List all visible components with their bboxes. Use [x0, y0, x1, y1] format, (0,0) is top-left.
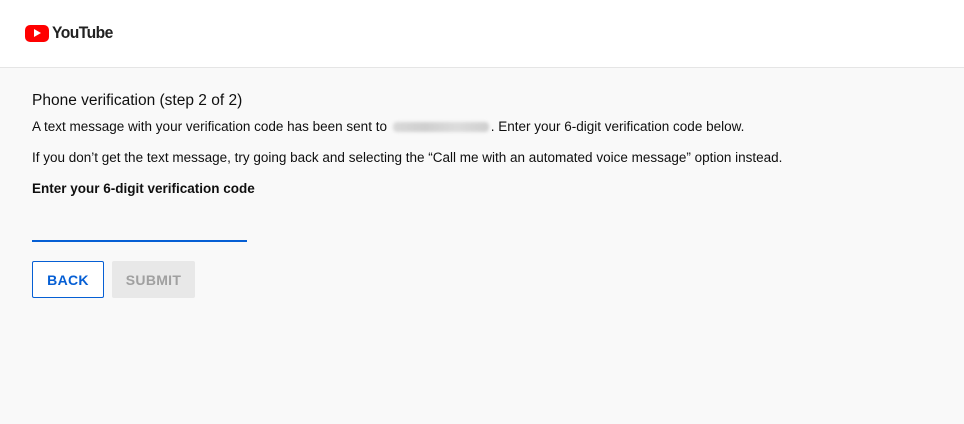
youtube-play-icon — [25, 24, 49, 42]
verification-code-input[interactable] — [32, 212, 247, 242]
action-buttons: BACK SUBMIT — [32, 261, 195, 298]
page-title: Phone verification (step 2 of 2) — [32, 92, 243, 109]
verification-panel: Phone verification (step 2 of 2) A text … — [32, 92, 932, 242]
sent-message-suffix: . Enter your 6-digit verification code b… — [490, 119, 745, 134]
code-field-label: Enter your 6-digit verification code — [32, 181, 255, 196]
back-button[interactable]: BACK — [32, 261, 104, 298]
youtube-logo[interactable]: YouTube — [25, 23, 118, 43]
top-header: YouTube — [0, 0, 964, 68]
sent-message: A text message with your verification co… — [32, 119, 932, 134]
logo-text: YouTube — [52, 23, 113, 42]
submit-button[interactable]: SUBMIT — [112, 261, 195, 298]
help-message: If you don’t get the text message, try g… — [32, 150, 783, 165]
sent-message-prefix: A text message with your verification co… — [32, 119, 387, 134]
redacted-phone-number — [392, 122, 489, 133]
